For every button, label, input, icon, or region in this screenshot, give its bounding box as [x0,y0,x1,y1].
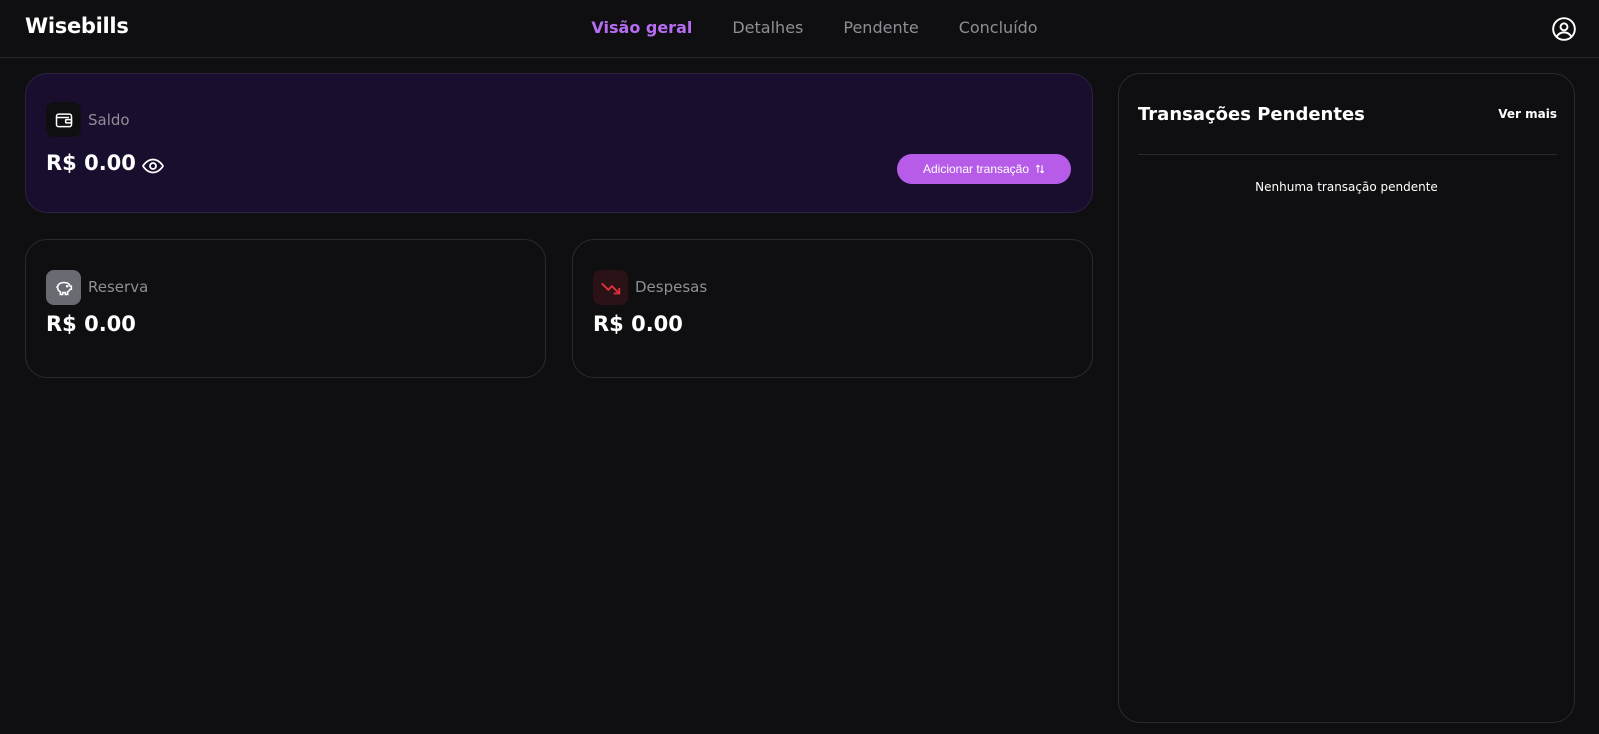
despesas-card: Despesas R$ 0.00 [572,239,1093,378]
nav-pendente[interactable]: Pendente [843,18,918,37]
add-transaction-button[interactable]: Adicionar transação [897,154,1071,184]
main-nav: Visão geral Detalhes Pendente Concluído [0,18,1599,37]
wallet-icon [46,102,81,137]
divider [1138,154,1557,155]
reserva-amount: R$ 0.00 [46,312,136,336]
nav-concluido[interactable]: Concluído [959,18,1038,37]
empty-state-text: Nenhuma transação pendente [1255,180,1438,194]
see-more-link[interactable]: Ver mais [1498,107,1557,121]
pending-title: Transações Pendentes [1138,104,1365,125]
swap-vertical-icon [1035,164,1045,174]
saldo-card: Saldo R$ 0.00 Adicionar transação [25,73,1093,213]
saldo-label: Saldo [88,111,130,129]
nav-visao-geral[interactable]: Visão geral [591,18,692,37]
despesas-amount: R$ 0.00 [593,312,683,336]
despesas-label: Despesas [635,278,708,296]
piggy-bank-icon [46,270,81,305]
nav-detalhes[interactable]: Detalhes [732,18,803,37]
trending-down-icon [593,270,628,305]
saldo-amount: R$ 0.00 [46,151,136,175]
reserva-label: Reserva [88,278,149,296]
add-transaction-label: Adicionar transação [922,162,1030,176]
user-circle-icon[interactable] [1551,16,1577,42]
pending-transactions-panel: Transações Pendentes Ver mais Nenhuma tr… [1118,73,1575,723]
eye-icon[interactable] [141,154,165,178]
reserva-card: Reserva R$ 0.00 [25,239,546,378]
top-bar: Wisebills Visão geral Detalhes Pendente … [0,0,1599,58]
